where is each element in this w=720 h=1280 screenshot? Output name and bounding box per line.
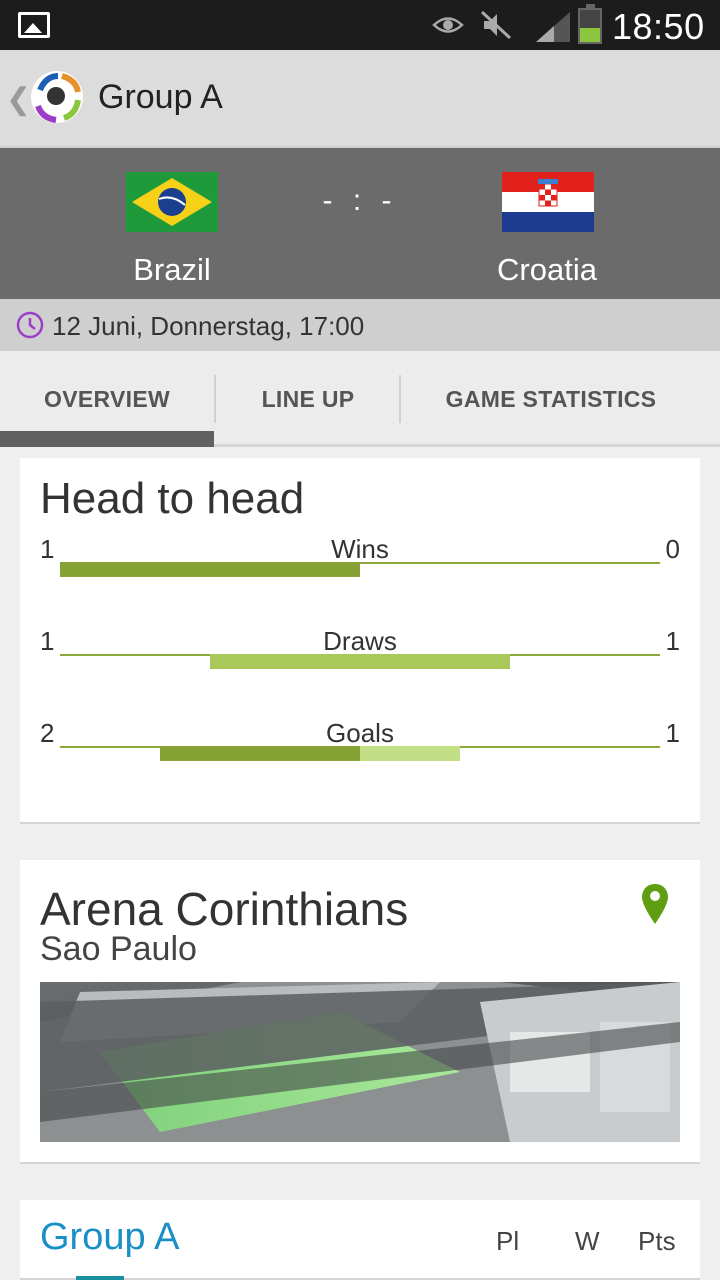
- venue-card[interactable]: Arena Corinthians Sao Paulo: [20, 860, 700, 1164]
- action-bar: ❮ Group A: [0, 50, 720, 146]
- stat-home-value: 1: [40, 626, 55, 656]
- match-header: - : - Brazil Croatia: [0, 146, 720, 299]
- head-to-head-title: Head to head: [40, 474, 305, 523]
- match-score: - : -: [322, 184, 398, 217]
- stat-home-value: 2: [40, 718, 55, 748]
- tab-line-up[interactable]: LINE UP: [216, 351, 400, 447]
- group-table-card: Group A Pl W Pts: [20, 1200, 700, 1280]
- column-header-wins: W: [575, 1226, 600, 1256]
- stat-away-value: 0: [665, 534, 680, 564]
- screen-title: Group A: [98, 78, 223, 116]
- clock-icon: [16, 311, 44, 339]
- app-logo-icon[interactable]: [28, 68, 86, 126]
- status-bar: 18:50: [0, 0, 720, 50]
- stat-row-goals: 2 Goals 1: [20, 718, 700, 768]
- home-team-name[interactable]: Brazil: [52, 252, 292, 288]
- venue-name: Arena Corinthians: [40, 883, 409, 935]
- stat-home-value: 1: [40, 534, 55, 564]
- image-notification-icon: [18, 12, 50, 38]
- head-to-head-card: Head to head 1 Wins 0 1 Draws 1 2 Goals …: [20, 458, 700, 824]
- eye-icon: [432, 17, 464, 33]
- mute-icon: [480, 10, 512, 40]
- venue-city: Sao Paulo: [40, 930, 197, 968]
- signal-icon: [536, 12, 570, 42]
- stat-label: Draws: [323, 626, 397, 656]
- stat-away-value: 1: [665, 626, 680, 656]
- match-datetime: 12 Juni, Donnerstag, 17:00: [52, 311, 365, 341]
- active-tab-indicator: [0, 431, 214, 447]
- map-pin-icon[interactable]: [640, 882, 670, 926]
- stat-bar-home: [60, 562, 360, 577]
- stat-row-wins: 1 Wins 0: [20, 534, 700, 584]
- tab-bar: OVERVIEW LINE UP GAME STATISTICS: [0, 351, 720, 447]
- stat-bar-away: [360, 746, 460, 761]
- stadium-image[interactable]: [40, 982, 680, 1142]
- tab-game-statistics[interactable]: GAME STATISTICS: [402, 351, 700, 447]
- column-header-points: Pts: [638, 1226, 676, 1256]
- stat-label: Wins: [331, 534, 389, 564]
- stat-away-value: 1: [665, 718, 680, 748]
- tab-divider: [399, 375, 401, 423]
- brazil-flag-icon: [126, 172, 218, 232]
- status-time: 18:50: [612, 6, 705, 47]
- stat-label: Goals: [326, 718, 394, 748]
- croatia-flag-icon: [502, 172, 594, 232]
- stat-row-draws: 1 Draws 1: [20, 626, 700, 676]
- away-team-name[interactable]: Croatia: [427, 252, 667, 288]
- stat-bar-home: [160, 746, 360, 761]
- group-table-title[interactable]: Group A: [40, 1216, 179, 1259]
- group-title-underline: [76, 1276, 124, 1280]
- battery-icon: [578, 4, 602, 44]
- stat-bar-draws: [210, 654, 510, 669]
- match-date-strip: 12 Juni, Donnerstag, 17:00: [0, 299, 720, 351]
- column-header-played: Pl: [496, 1226, 520, 1256]
